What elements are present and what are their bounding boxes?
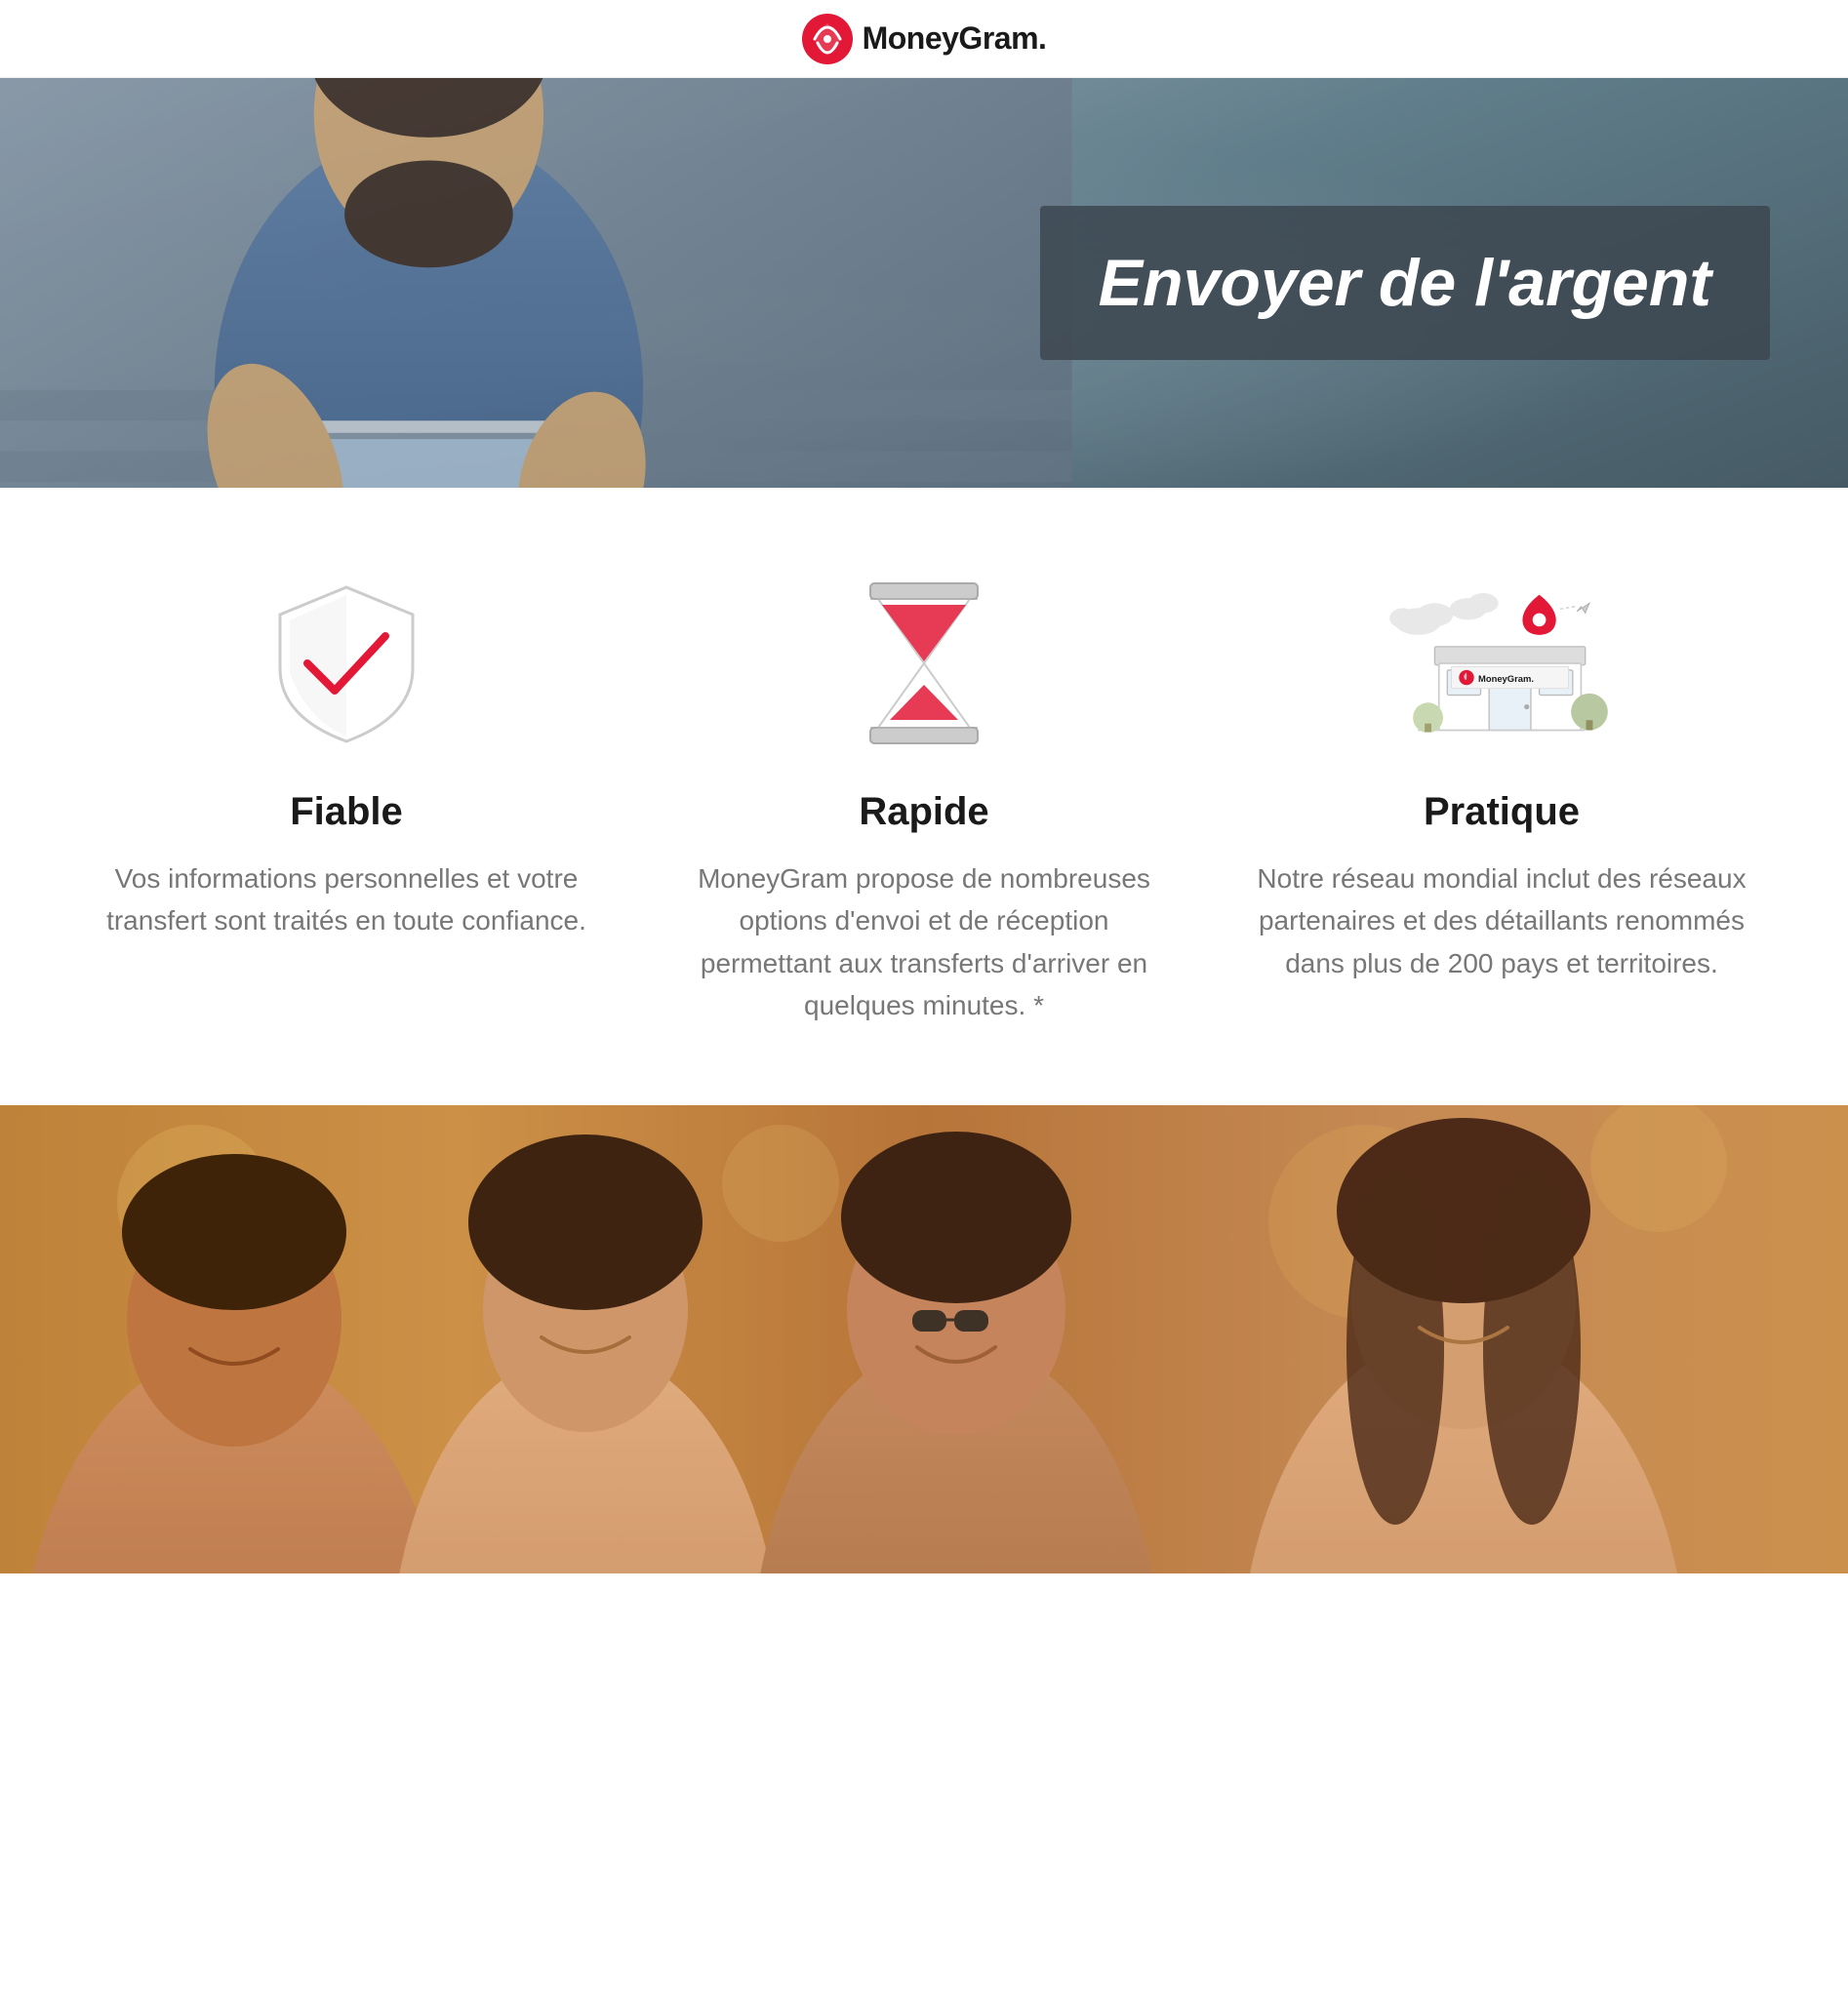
shield-icon-area xyxy=(268,566,424,761)
logo-text: MoneyGram. xyxy=(863,20,1047,57)
feature-rapide: Rapide MoneyGram propose de nombreuses o… xyxy=(675,566,1173,1027)
hero-title: Envoyer de l'argent xyxy=(1099,245,1711,321)
feature-fiable-title: Fiable xyxy=(290,790,403,834)
feature-fiable-desc: Vos informations personnelles et votre t… xyxy=(98,857,595,942)
hero-person-illustration xyxy=(0,78,1072,488)
shield-icon xyxy=(268,576,424,751)
store-icon: MoneyGram. xyxy=(1385,576,1619,751)
store-icon-area: MoneyGram. xyxy=(1385,566,1619,761)
feature-rapide-title: Rapide xyxy=(859,790,988,834)
bottom-photo-strip xyxy=(0,1105,1848,1573)
feature-pratique-title: Pratique xyxy=(1424,790,1580,834)
moneygram-logo-icon xyxy=(802,14,853,64)
features-section: Fiable Vos informations personnelles et … xyxy=(0,488,1848,1105)
hourglass-icon-area xyxy=(861,566,987,761)
group-photo-illustration xyxy=(0,1105,1848,1573)
svg-text:MoneyGram.: MoneyGram. xyxy=(1478,673,1534,684)
feature-pratique: MoneyGram. Pratique Notre réseau mondial… xyxy=(1253,566,1750,984)
hourglass-icon xyxy=(861,576,987,751)
feature-fiable: Fiable Vos informations personnelles et … xyxy=(98,566,595,942)
feature-pratique-desc: Notre réseau mondial inclut des réseaux … xyxy=(1253,857,1750,984)
header: MoneyGram. xyxy=(0,0,1848,78)
feature-rapide-desc: MoneyGram propose de nombreuses options … xyxy=(675,857,1173,1027)
logo-container: MoneyGram. xyxy=(802,14,1047,64)
hero-banner: Envoyer de l'argent xyxy=(0,78,1848,488)
hero-overlay: Envoyer de l'argent xyxy=(1040,206,1770,360)
